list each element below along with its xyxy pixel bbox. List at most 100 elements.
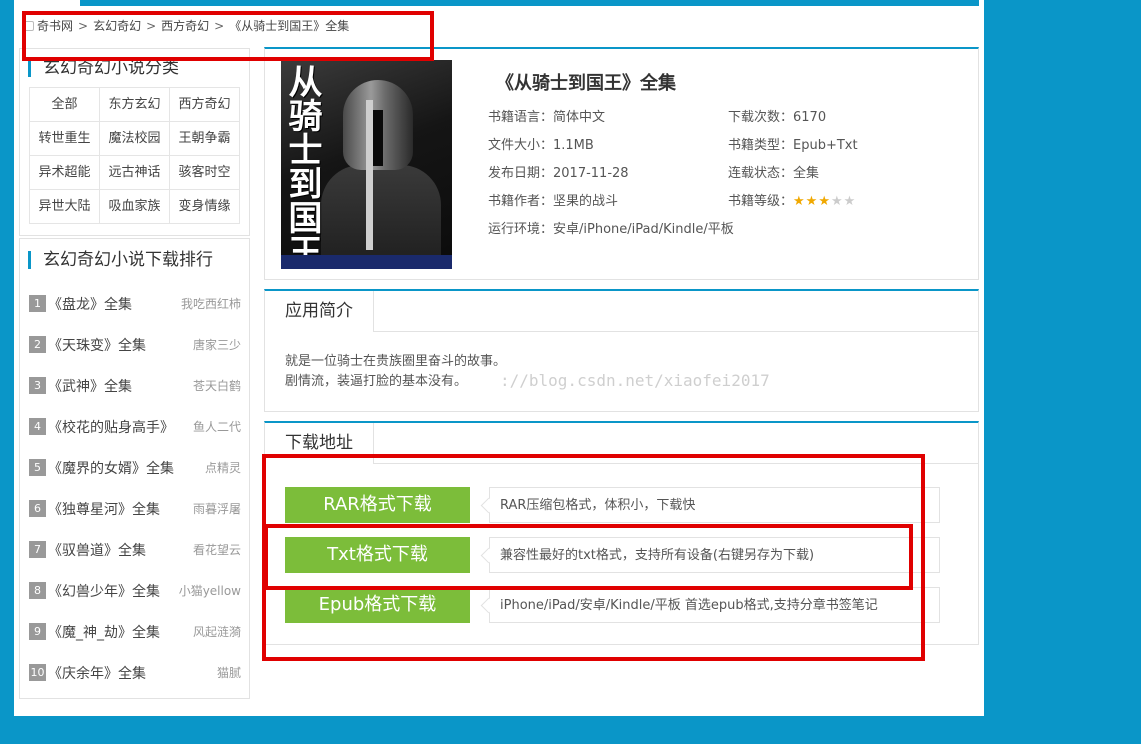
category-item[interactable]: 全部 [30, 88, 100, 122]
category-grid: 全部 东方玄幻 西方奇幻转世重生 魔法校园 王朝争霸异术超能 远古神话 骇客时空异世大陆 吸血… [29, 87, 240, 224]
rank-number: 3 [29, 377, 46, 394]
breadcrumb-separator: > [146, 19, 157, 33]
rank-book-link[interactable]: 《驭兽道》全集 [48, 540, 193, 560]
page: 奇书网 > 玄幻奇幻 > 西方奇幻 > 《从骑士到国王》全集 玄幻奇幻小说分类 全部 东方玄幻… [14, 0, 984, 716]
book-date: 发布日期：2017-11-28 [488, 166, 629, 181]
ranking-item: 1 《盘龙》全集 我吃西红柿 [29, 283, 241, 324]
category-item[interactable]: 异世大陆 [30, 190, 100, 224]
breadcrumb-category[interactable]: 玄幻奇幻 [93, 19, 141, 33]
category-item[interactable]: 转世重生 [30, 122, 100, 156]
rank-author: 风起涟漪 [192, 625, 241, 639]
rank-book-link[interactable]: 《魔_神_劫》全集 [48, 622, 193, 642]
rank-author: 我吃西红柿 [180, 297, 241, 311]
breadcrumb-separator: > [214, 19, 225, 33]
intro-line: 就是一位骑士在贵族圈里奋斗的故事。 [285, 354, 507, 369]
category-item[interactable]: 远古神话 [100, 156, 170, 190]
txt-download-desc: 兼容性最好的txt格式，支持所有设备(右键另存为下载) [489, 537, 940, 573]
star-filled-icon: ★ [805, 194, 819, 209]
download-panel: 下载地址 RAR格式下载 RAR压缩包格式，体积小，下载快 Txt格式下载 兼容… [264, 421, 979, 645]
ranking-item: 6 《独尊星河》全集 雨暮浮屠 [29, 488, 241, 529]
tab-download[interactable]: 下载地址 [265, 423, 374, 464]
tab-intro[interactable]: 应用简介 [265, 291, 374, 332]
cover-title: 从骑士到国王 [282, 64, 322, 268]
rank-author: 唐家三少 [192, 338, 241, 352]
category-item[interactable]: 东方玄幻 [100, 88, 170, 122]
rank-book-link[interactable]: 《校花的贴身高手》 [48, 417, 193, 437]
star-empty-icon: ★ [843, 194, 857, 209]
category-item[interactable]: 异术超能 [30, 156, 100, 190]
top-bar [80, 0, 979, 6]
book-type: 书籍类型：Epub+Txt [728, 138, 858, 153]
breadcrumb-separator: > [78, 19, 89, 33]
book-title: 《从骑士到国王》全集 [496, 73, 676, 94]
book-platforms: 运行环境：安卓/iPhone/iPad/Kindle/平板 [488, 222, 734, 237]
rank-number: 8 [29, 582, 46, 599]
txt-download-button[interactable]: Txt格式下载 [285, 537, 470, 573]
breadcrumb-home[interactable]: 奇书网 [37, 19, 73, 33]
rank-author: 雨暮浮屠 [192, 502, 241, 516]
rar-download-button[interactable]: RAR格式下载 [285, 487, 470, 523]
rar-download-desc: RAR压缩包格式，体积小，下载快 [489, 487, 940, 523]
rank-book-link[interactable]: 《独尊星河》全集 [48, 499, 193, 519]
rank-number: 6 [29, 500, 46, 517]
rank-book-link[interactable]: 《庆余年》全集 [48, 663, 217, 683]
ranking-item: 7 《驭兽道》全集 看花望云 [29, 529, 241, 570]
category-item[interactable]: 骇客时空 [170, 156, 240, 190]
rank-book-link[interactable]: 《幻兽少年》全集 [48, 581, 179, 601]
rating-label: 书籍等级： [728, 194, 794, 209]
ranking-list: 1 《盘龙》全集 我吃西红柿 2 《天珠变》全集 唐家三少 3 《武神》全集 苍天白鹤 4 《校花的… [29, 283, 249, 693]
book-language: 书籍语言：简体中文 [488, 110, 606, 125]
breadcrumb: 奇书网 > 玄幻奇幻 > 西方奇幻 > 《从骑士到国王》全集 [24, 17, 349, 34]
intro-panel: 应用简介 就是一位骑士在贵族圈里奋斗的故事。 剧情流，装逼打脸的基本没有。 :/… [264, 289, 979, 412]
ranking-item: 5 《魔界的女婿》全集 点精灵 [29, 447, 241, 488]
rank-book-link[interactable]: 《魔界的女婿》全集 [48, 458, 205, 478]
ranking-title: 玄幻奇幻小说下载排行 [28, 251, 249, 269]
star-filled-icon: ★ [818, 194, 831, 209]
ranking-item: 3 《武神》全集 苍天白鹤 [29, 365, 241, 406]
ranking-item: 8 《幻兽少年》全集 小猫yellow [29, 570, 241, 611]
book-rating: 书籍等级：★★★★★ [728, 190, 856, 209]
ranking-item: 2 《天珠变》全集 唐家三少 [29, 324, 241, 365]
rank-author: 鱼人二代 [192, 420, 241, 434]
rank-number: 1 [29, 295, 46, 312]
rank-number: 9 [29, 623, 46, 640]
book-status: 连载状态：全集 [728, 166, 820, 181]
category-item[interactable]: 王朝争霸 [170, 122, 240, 156]
ranking-item: 4 《校花的贴身高手》 鱼人二代 [29, 406, 241, 447]
book-cover[interactable]: 从骑士到国王 [281, 60, 452, 269]
category-box: 玄幻奇幻小说分类 全部 东方玄幻 西方奇幻转世重生 魔法校园 王朝争霸异术超能 远古神话骇… [19, 48, 250, 236]
rank-number: 4 [29, 418, 46, 435]
ranking-box: 玄幻奇幻小说下载排行 1 《盘龙》全集 我吃西红柿 2 《天珠变》全集 唐家三少 3 《武神》… [19, 238, 250, 699]
rank-book-link[interactable]: 《天珠变》全集 [48, 335, 193, 355]
category-title: 玄幻奇幻小说分类 [28, 59, 249, 77]
rank-book-link[interactable]: 《盘龙》全集 [48, 294, 181, 314]
ranking-item: 10 《庆余年》全集 猫腻 [29, 652, 241, 693]
epub-download-button[interactable]: Epub格式下载 [285, 587, 470, 623]
rank-number: 2 [29, 336, 46, 353]
breadcrumb-subcategory[interactable]: 西方奇幻 [161, 19, 209, 33]
category-item[interactable]: 吸血家族 [100, 190, 170, 224]
rank-number: 7 [29, 541, 46, 558]
rating-stars: ★★★★★ [793, 194, 856, 209]
rank-author: 小猫yellow [178, 584, 241, 598]
category-item[interactable]: 变身情缘 [170, 190, 240, 224]
ranking-item: 9 《魔_神_劫》全集 风起涟漪 [29, 611, 241, 652]
book-info-panel: 从骑士到国王 《从骑士到国王》全集 书籍语言：简体中文 下载次数：6170 文件… [264, 47, 979, 280]
watermark-text: ://blog.csdn.net/xiaofei2017 [500, 371, 770, 390]
rank-number: 10 [29, 664, 46, 681]
rank-number: 5 [29, 459, 46, 476]
rank-author: 苍天白鹤 [192, 379, 241, 393]
category-item[interactable]: 西方奇幻 [170, 88, 240, 122]
epub-download-desc: iPhone/iPad/安卓/Kindle/平板 首选epub格式,支持分章书签… [489, 587, 940, 623]
home-icon [24, 21, 34, 31]
book-size: 文件大小：1.1MB [488, 138, 594, 153]
rank-author: 点精灵 [204, 461, 241, 475]
star-filled-icon: ★ [793, 194, 806, 209]
star-empty-icon: ★ [830, 194, 844, 209]
rank-book-link[interactable]: 《武神》全集 [48, 376, 193, 396]
book-author: 书籍作者：坚果的战斗 [488, 194, 619, 209]
book-downloads: 下载次数：6170 [728, 110, 827, 125]
breadcrumb-current: 《从骑士到国王》全集 [229, 19, 350, 33]
rank-author: 看花望云 [192, 543, 241, 557]
category-item[interactable]: 魔法校园 [100, 122, 170, 156]
